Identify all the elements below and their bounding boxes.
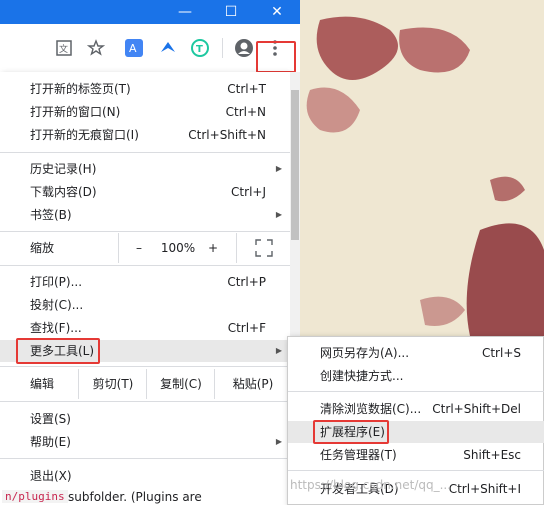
window-titlebar: — ☐ ✕ (0, 0, 300, 24)
menu-find[interactable]: 查找(F)... Ctrl+F (0, 317, 290, 339)
extension-bird-icon[interactable] (156, 36, 180, 60)
menu-downloads[interactable]: 下载内容(D) Ctrl+J (0, 181, 290, 203)
highlight-menu-button (256, 41, 296, 73)
menu-history[interactable]: 历史记录(H) ▶ (0, 158, 290, 180)
submenu-arrow-icon: ▶ (275, 210, 282, 219)
menu-help[interactable]: 帮助(E) ▶ (0, 431, 290, 453)
browser-toolbar: 文 A T (0, 24, 300, 73)
watermark-text: https://blog.csdn.net/qq_... (290, 478, 452, 492)
minimize-button[interactable]: — (162, 0, 208, 24)
toolbar-divider (222, 38, 223, 58)
submenu-save-page[interactable]: 网页另存为(A)... Ctrl+S (288, 342, 544, 364)
svg-text:文: 文 (59, 43, 68, 55)
menu-separator (0, 366, 290, 367)
edit-label: 编辑 (30, 377, 55, 391)
menu-print[interactable]: 打印(P)... Ctrl+P (0, 271, 290, 293)
page-content-snippet: n/plugins subfolder. (Plugins are (0, 490, 290, 505)
extension-translate-icon[interactable]: A (122, 36, 146, 60)
artwork-svg (306, 16, 544, 336)
menu-item-shortcut: Ctrl+S (481, 346, 521, 360)
menu-new-tab[interactable]: 打开新的标签页(T) Ctrl+T (0, 78, 290, 100)
menu-item-shortcut: Ctrl+F (227, 321, 266, 335)
menu-item-label: 清除浏览数据(C)... (320, 402, 422, 416)
submenu-create-shortcut[interactable]: 创建快捷方式... (288, 365, 544, 387)
menu-edit-row: 编辑 剪切(T) 复制(C) 粘贴(P) (0, 369, 290, 399)
extension-t-icon[interactable]: T (188, 36, 212, 60)
menu-separator (0, 458, 290, 459)
menu-separator (0, 401, 290, 402)
submenu-clear-data[interactable]: 清除浏览数据(C)... Ctrl+Shift+Del (288, 398, 544, 420)
background-artwork (300, 0, 544, 336)
menu-item-label: 帮助(E) (30, 435, 71, 449)
zoom-out-button[interactable]: – (118, 233, 159, 263)
zoom-label: 缩放 (30, 241, 55, 255)
menu-zoom-row: 缩放 – 100% + (0, 233, 290, 263)
submenu-arrow-icon: ▶ (275, 346, 282, 355)
submenu-arrow-icon: ▶ (275, 437, 282, 446)
menu-item-label: 打开新的标签页(T) (30, 82, 131, 96)
menu-item-shortcut: Ctrl+P (227, 275, 266, 289)
svg-text:A: A (129, 42, 137, 55)
menu-item-label: 打印(P)... (30, 275, 83, 289)
text-snippet: subfolder. (Plugins are (68, 490, 202, 504)
menu-new-window[interactable]: 打开新的窗口(N) Ctrl+N (0, 101, 290, 123)
menu-bookmarks[interactable]: 书签(B) ▶ (0, 204, 290, 226)
menu-item-label: 退出(X) (30, 469, 72, 483)
page-scrollbar-thumb[interactable] (291, 90, 299, 240)
menu-separator (288, 470, 544, 471)
menu-item-label: 投射(C)... (30, 298, 84, 312)
zoom-in-button[interactable]: + (198, 233, 228, 263)
fullscreen-button[interactable] (236, 233, 291, 263)
menu-item-label: 打开新的无痕窗口(I) (30, 128, 139, 142)
chrome-main-menu: 打开新的标签页(T) Ctrl+T 打开新的窗口(N) Ctrl+N 打开新的无… (0, 72, 290, 505)
profile-icon[interactable] (232, 36, 256, 60)
menu-separator (288, 391, 544, 392)
menu-item-label: 任务管理器(T) (320, 448, 397, 462)
close-button[interactable]: ✕ (254, 0, 300, 24)
paste-button[interactable]: 粘贴(P) (214, 369, 291, 399)
translate-icon[interactable]: 文 (52, 36, 76, 60)
menu-item-label: 设置(S) (30, 412, 71, 426)
menu-item-shortcut: Ctrl+Shift+N (188, 128, 266, 142)
fullscreen-icon (255, 239, 273, 257)
menu-item-shortcut: Ctrl+N (225, 105, 266, 119)
submenu-arrow-icon: ▶ (275, 164, 282, 173)
code-snippet: n/plugins (2, 490, 68, 503)
maximize-button[interactable]: ☐ (208, 0, 254, 24)
menu-cast[interactable]: 投射(C)... (0, 294, 290, 316)
menu-item-label: 网页另存为(A)... (320, 346, 410, 360)
menu-item-label: 历史记录(H) (30, 162, 97, 176)
svg-text:T: T (196, 44, 203, 55)
menu-item-label: 书签(B) (30, 208, 72, 222)
menu-item-shortcut: Ctrl+T (227, 82, 266, 96)
menu-separator (0, 231, 290, 232)
menu-settings[interactable]: 设置(S) (0, 408, 290, 430)
submenu-task-manager[interactable]: 任务管理器(T) Shift+Esc (288, 444, 544, 466)
star-icon[interactable] (84, 36, 108, 60)
highlight-more-tools (16, 338, 100, 364)
menu-item-shortcut: Ctrl+Shift+Del (432, 402, 521, 416)
menu-new-incognito[interactable]: 打开新的无痕窗口(I) Ctrl+Shift+N (0, 124, 290, 146)
menu-item-shortcut: Ctrl+J (231, 185, 266, 199)
menu-item-label: 下载内容(D) (30, 185, 97, 199)
menu-item-label: 查找(F)... (30, 321, 82, 335)
zoom-value: 100% (160, 241, 196, 255)
menu-separator (0, 265, 290, 266)
highlight-extensions (313, 420, 389, 444)
menu-item-label: 打开新的窗口(N) (30, 105, 121, 119)
menu-item-shortcut: Ctrl+Shift+I (448, 482, 521, 496)
menu-exit[interactable]: 退出(X) (0, 465, 290, 487)
cut-button[interactable]: 剪切(T) (78, 369, 147, 399)
menu-separator (0, 152, 290, 153)
menu-item-label: 创建快捷方式... (320, 369, 404, 383)
copy-button[interactable]: 复制(C) (146, 369, 215, 399)
menu-item-shortcut: Shift+Esc (463, 448, 521, 462)
